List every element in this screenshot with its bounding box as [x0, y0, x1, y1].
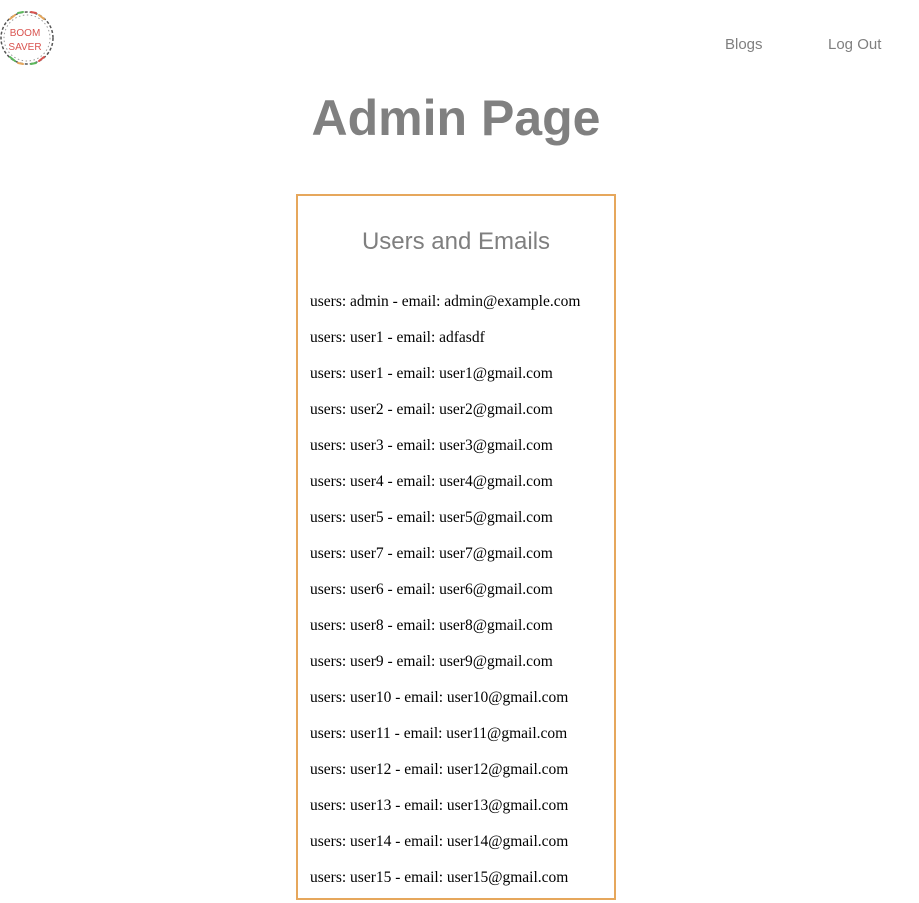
user-row: users: user8 - email: user8@gmail.com [310, 617, 553, 634]
boom-saver-logo[interactable]: BOOM SAVER [0, 4, 56, 70]
user-row: users: user9 - email: user9@gmail.com [310, 653, 553, 670]
logo-text-boom: BOOM [10, 28, 41, 39]
nav-link-blogs[interactable]: Blogs [725, 36, 763, 53]
user-row: users: user1 - email: adfasdf [310, 329, 485, 346]
user-row: users: user11 - email: user11@gmail.com [310, 725, 568, 742]
user-row: users: user2 - email: user2@gmail.com [310, 401, 553, 418]
page-title: Admin Page [311, 90, 601, 146]
panel-title: Users and Emails [361, 228, 551, 255]
user-row: users: user1 - email: user1@gmail.com [310, 365, 553, 382]
logo-text-saver: SAVER [8, 42, 41, 53]
user-row: users: user15 - email: user15@gmail.com [310, 869, 569, 886]
user-row: users: user6 - email: user6@gmail.com [310, 581, 553, 598]
user-row: users: user5 - email: user5@gmail.com [310, 509, 553, 526]
user-row: users: user10 - email: user10@gmail.com [310, 689, 569, 706]
user-row: users: user4 - email: user4@gmail.com [310, 473, 553, 490]
user-row: users: user7 - email: user7@gmail.com [310, 545, 553, 562]
user-list: users: admin - email: admin@example.com … [310, 292, 580, 903]
users-emails-panel: Users and Emails users: admin - email: a… [296, 194, 616, 900]
user-row: users: user14 - email: user14@gmail.com [310, 833, 569, 850]
user-row: users: user3 - email: user3@gmail.com [310, 437, 553, 454]
nav-link-logout[interactable]: Log Out [828, 36, 881, 53]
user-row: users: admin - email: admin@example.com [310, 293, 581, 310]
boom-saver-logo-icon: BOOM SAVER [0, 11, 54, 65]
user-row: users: user13 - email: user13@gmail.com [310, 797, 569, 814]
user-row: users: user12 - email: user12@gmail.com [310, 761, 569, 778]
